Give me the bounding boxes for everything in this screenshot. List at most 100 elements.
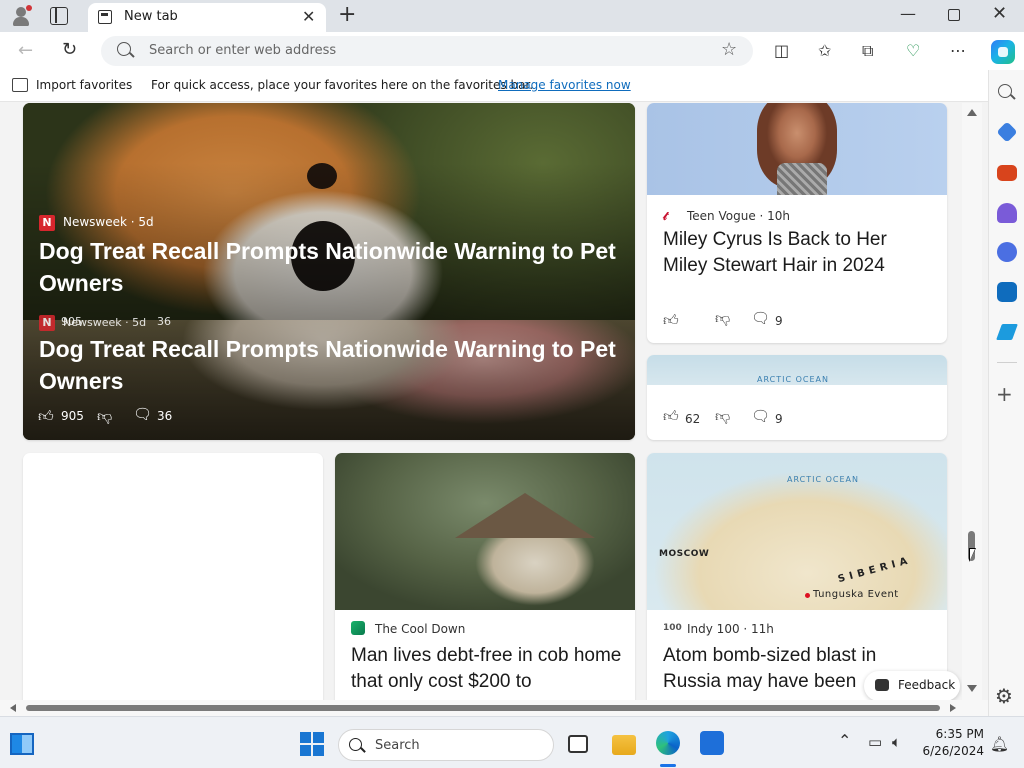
comment-icon[interactable]: 🗨︎	[133, 405, 152, 423]
horizontal-scrollbar[interactable]	[0, 700, 988, 716]
microsoft-365-icon[interactable]	[997, 242, 1017, 262]
start-tile	[300, 732, 311, 743]
new-tab-button[interactable]: +	[338, 2, 356, 27]
comment-icon[interactable]: 🗨︎	[751, 407, 770, 425]
newsweek-logo-icon: N	[39, 215, 55, 231]
notifications-bell-icon[interactable]: 🔔︎	[990, 735, 1009, 753]
window-maximize-button[interactable]	[948, 9, 960, 21]
more-options-icon[interactable]: ⋯	[950, 41, 966, 60]
cob-headline[interactable]: Man lives debt-free in cob home that onl…	[351, 643, 623, 695]
browser-toolbar: ← ↻ Search or enter web address ☆ ◫ ✩ ⧉ …	[0, 32, 1024, 70]
profile-body	[13, 17, 29, 26]
start-tile	[313, 732, 324, 743]
import-favorites-icon	[12, 78, 28, 92]
sidebar-separator	[997, 362, 1017, 363]
dislike-icon[interactable]: 👎︎	[715, 407, 730, 426]
news-feed: N Newsweek · 5d Dog Treat Recall Prompts…	[0, 103, 988, 700]
add-favorite-star-icon[interactable]: ☆	[721, 39, 737, 60]
hero-news-card[interactable]: N Newsweek · 5d Dog Treat Recall Prompts…	[23, 103, 635, 440]
comment-icon[interactable]: 🗨︎	[751, 309, 770, 327]
file-explorer-icon[interactable]	[612, 735, 636, 755]
start-tile	[300, 745, 311, 756]
hero-source: Newsweek · 5d	[63, 215, 154, 229]
map-news-card-small[interactable]: ARCTIC OCEAN 👍︎ 62 👎︎ 🗨︎ 9	[647, 355, 947, 440]
collections-icon[interactable]: ⧉	[862, 41, 873, 61]
cob-home-photo	[335, 453, 635, 610]
browser-essentials-icon[interactable]: ♡	[906, 41, 920, 60]
reload-button[interactable]: ↻	[62, 39, 77, 60]
tab-new-tab[interactable]: New tab ✕	[88, 3, 326, 32]
dislike-icon[interactable]: 👎︎	[715, 309, 730, 328]
scroll-right-arrow-icon[interactable]	[950, 704, 956, 712]
tab-close-button[interactable]: ✕	[302, 7, 315, 26]
favorites-bar-message: For quick access, place your favorites h…	[151, 78, 534, 92]
drop-send-icon[interactable]	[996, 324, 1018, 340]
atom-blast-card[interactable]: ARCTIC OCEAN MOSCOW S I B E R I A Tungus…	[647, 453, 947, 700]
tools-briefcase-icon[interactable]	[997, 165, 1017, 181]
sidebar-search-icon[interactable]	[998, 84, 1012, 98]
clock-date[interactable]: 6/26/2024	[920, 744, 984, 758]
show-hidden-icons-chevron-icon[interactable]: ⌃	[838, 731, 851, 750]
dislike-icon[interactable]: 👎︎	[97, 407, 112, 426]
microsoft-store-icon[interactable]	[700, 731, 724, 755]
map-tunguska-label: Tunguska Event	[813, 589, 899, 600]
like-icon[interactable]: 👍︎	[663, 311, 679, 330]
feedback-label: Feedback	[898, 678, 956, 692]
photo-dress	[777, 163, 827, 195]
photo-roof	[455, 493, 595, 538]
copilot-icon[interactable]	[991, 40, 1015, 64]
like-icon[interactable]: 👍︎	[38, 407, 54, 426]
feedback-icon	[875, 679, 889, 691]
map-image-strip: ARCTIC OCEAN	[647, 355, 947, 385]
scroll-down-arrow-icon[interactable]	[967, 685, 977, 692]
feedback-button[interactable]: Feedback	[864, 671, 960, 700]
tab-strip: New tab ✕ + — ✕	[0, 0, 1024, 32]
map-siberia-label: S I B E R I A	[836, 555, 910, 586]
window-minimize-button[interactable]: —	[900, 4, 916, 23]
taskbar-search-box[interactable]: Search	[338, 729, 554, 761]
scroll-up-arrow-icon[interactable]	[967, 109, 977, 116]
task-view-icon[interactable]	[568, 735, 588, 753]
cob-source: The Cool Down	[375, 622, 466, 636]
start-button[interactable]	[300, 732, 324, 756]
cob-home-card[interactable]: The Cool Down Man lives debt-free in cob…	[335, 453, 635, 700]
tab-actions-icon[interactable]	[50, 7, 68, 25]
sidebar-settings-gear-icon[interactable]: ⚙	[995, 684, 1013, 708]
horizontal-scroll-thumb[interactable]	[26, 705, 940, 711]
edge-browser-icon[interactable]	[656, 731, 680, 755]
outlook-icon[interactable]	[997, 282, 1017, 302]
teen-vogue-headline[interactable]: Miley Cyrus Is Back to Her Miley Stewart…	[663, 227, 933, 279]
atom-source: Indy 100 · 11h	[687, 622, 774, 636]
teen-vogue-card[interactable]: 𝓉 Teen Vogue · 10h Miley Cyrus Is Back t…	[647, 103, 947, 343]
vertical-scrollbar[interactable]	[962, 103, 982, 700]
map-ocean-label: ARCTIC OCEAN	[757, 375, 829, 384]
import-favorites-button[interactable]: Import favorites	[36, 78, 132, 92]
games-people-icon[interactable]	[997, 203, 1017, 223]
window-close-button[interactable]: ✕	[992, 3, 1007, 24]
hero-headline[interactable]: Dog Treat Recall Prompts Nationwide Warn…	[39, 235, 629, 299]
like-icon[interactable]: 👍︎	[663, 407, 679, 426]
start-tile	[313, 745, 324, 756]
taskbar-search-label: Search	[375, 738, 420, 753]
back-button[interactable]: ←	[18, 40, 33, 61]
address-bar[interactable]: Search or enter web address ☆	[101, 36, 753, 66]
miley-cyrus-photo	[647, 103, 947, 195]
volume-icon[interactable]: 🔈︎	[892, 733, 901, 751]
hero-headline-repeat[interactable]: Dog Treat Recall Prompts Nationwide Warn…	[39, 333, 629, 397]
shopping-tag-icon[interactable]	[996, 121, 1018, 143]
profile-head	[16, 7, 26, 17]
manage-favorites-link[interactable]: Manage favorites now	[498, 78, 631, 92]
profile-icon[interactable]	[10, 5, 32, 27]
map-like-count: 62	[685, 412, 701, 426]
map-ocean-label: ARCTIC OCEAN	[787, 475, 859, 484]
hero-comment-count: 36	[157, 409, 173, 423]
scroll-left-arrow-icon[interactable]	[10, 704, 16, 712]
clock-time[interactable]: 6:35 PM	[934, 727, 984, 741]
windows-taskbar: Search ⌃ ▭ 🔈︎ 6:35 PM 6/26/2024 🔔︎	[0, 716, 1024, 768]
widgets-icon[interactable]	[10, 733, 34, 755]
favorites-icon[interactable]: ✩	[818, 41, 831, 60]
sidebar-add-button[interactable]: +	[996, 382, 1013, 406]
edge-sidebar: + ⚙	[988, 70, 1024, 716]
network-icon[interactable]: ▭	[868, 733, 882, 751]
split-screen-icon[interactable]: ◫	[774, 41, 789, 60]
